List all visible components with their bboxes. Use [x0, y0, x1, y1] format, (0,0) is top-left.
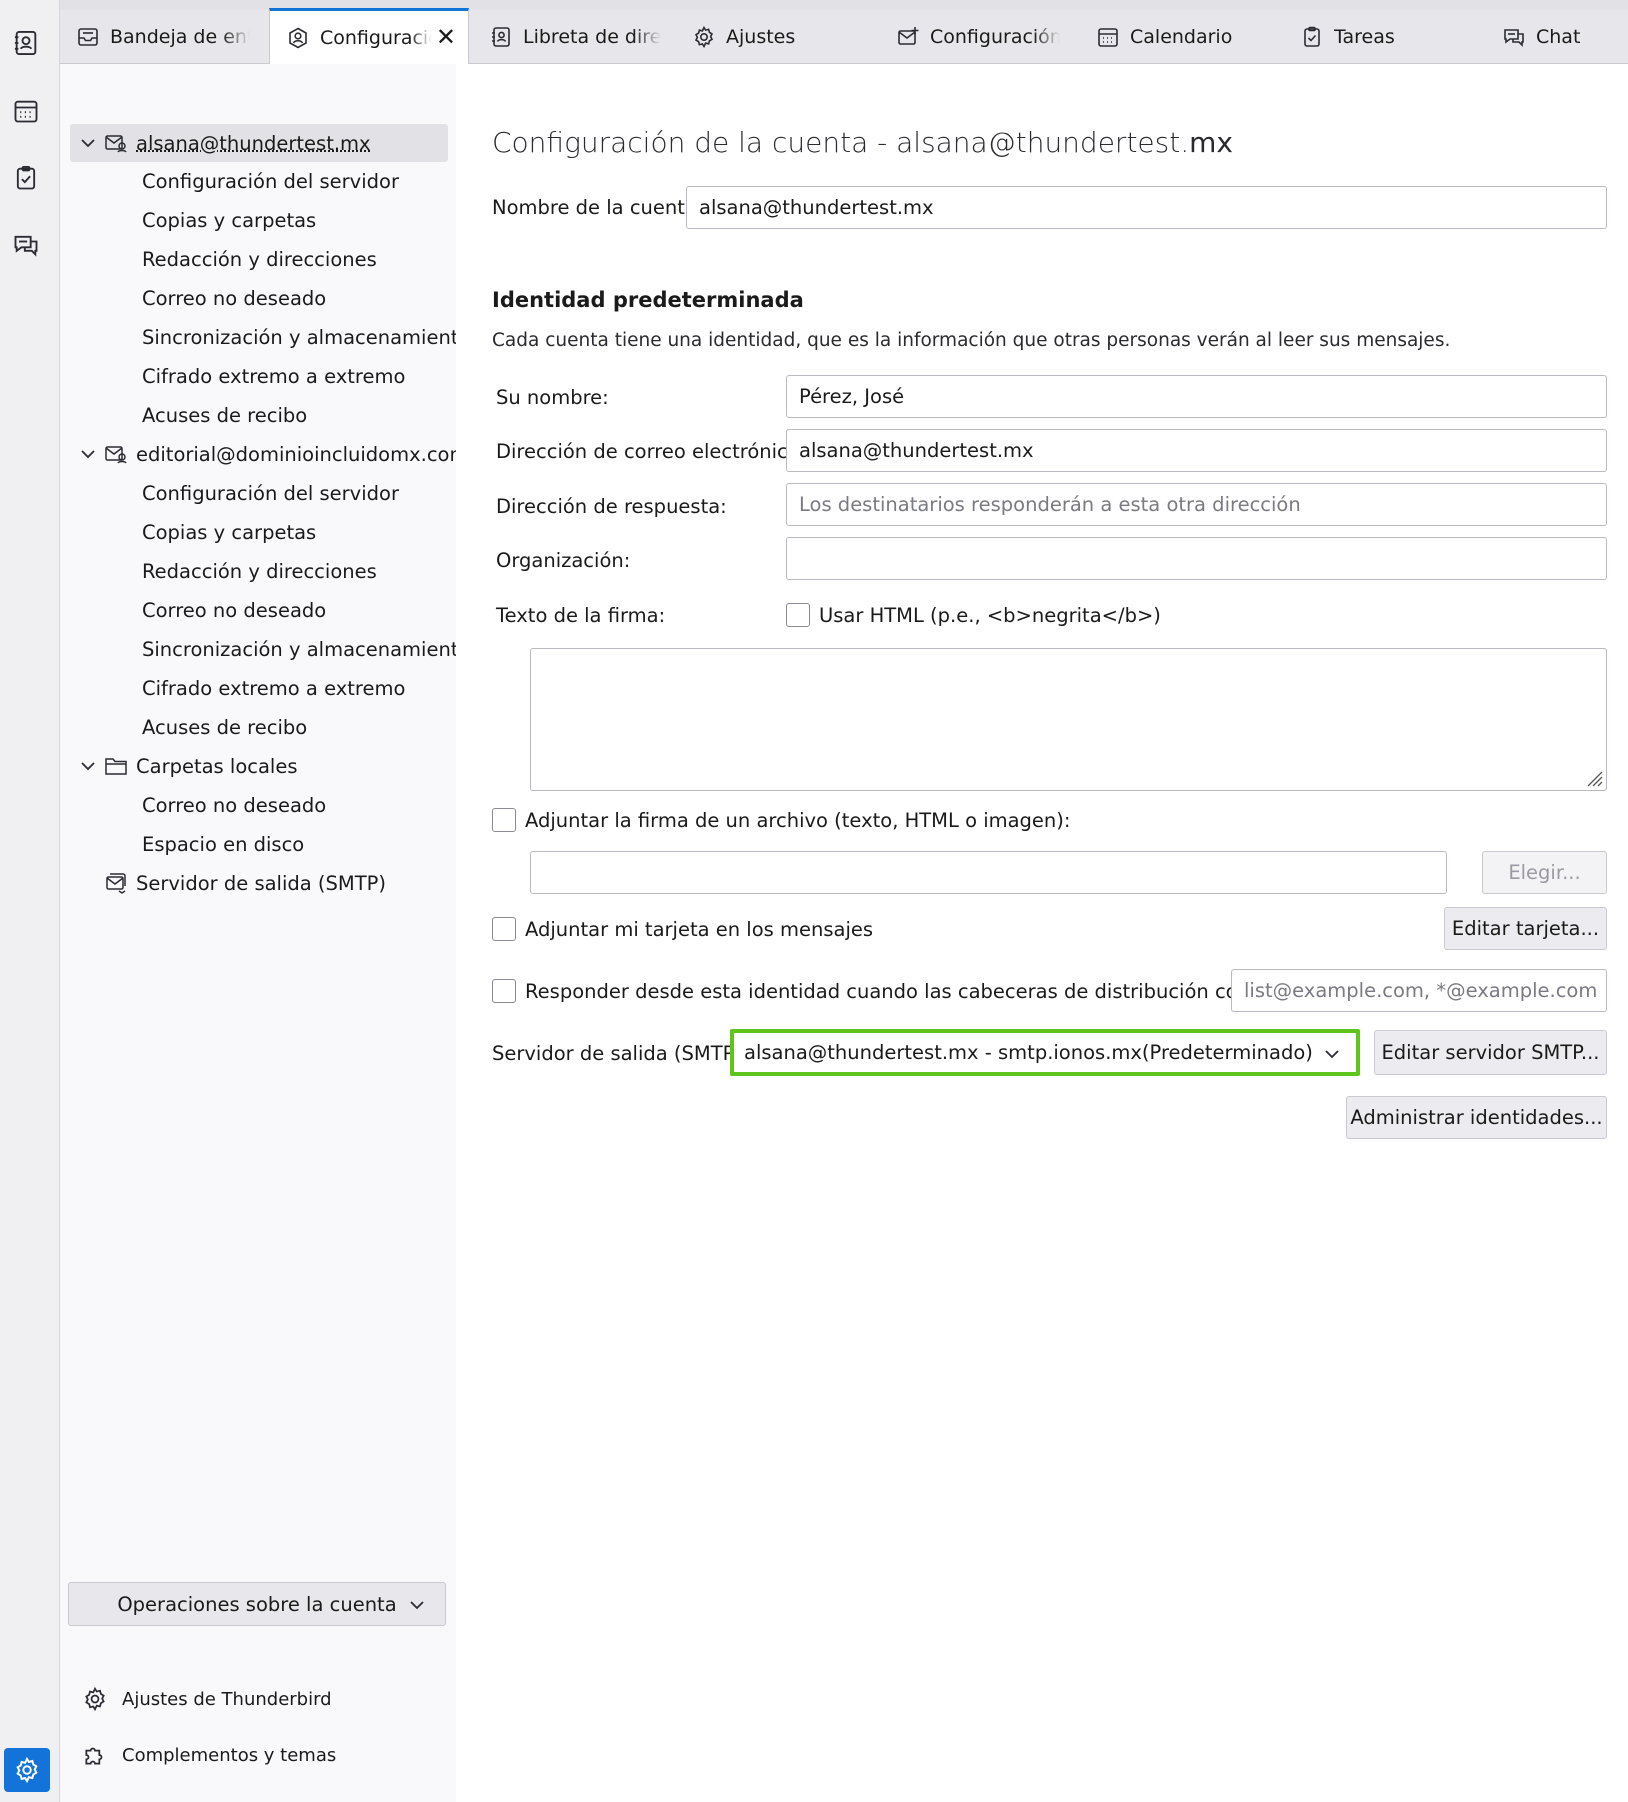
thunderbird-settings-link[interactable]: Ajustes de Thunderbird: [82, 1682, 332, 1716]
email-label: Dirección de correo electrónico:: [496, 440, 807, 463]
organization-label: Organización:: [496, 549, 631, 572]
tasks-space-icon[interactable]: [10, 162, 42, 194]
edit-card-button[interactable]: Editar tarjeta...: [1444, 907, 1607, 950]
gear-icon: [694, 25, 714, 49]
mail-account-icon: [105, 135, 127, 153]
tree-item-server-settings-1[interactable]: Configuración del servidor: [70, 162, 448, 200]
tree-outgoing-server[interactable]: Servidor de salida (SMTP): [70, 864, 448, 902]
tree-item-copies-folders-2[interactable]: Copias y carpetas: [70, 513, 448, 551]
tab-address-book[interactable]: Libreta de direcciones: [473, 10, 668, 64]
account-name-input[interactable]: alsana@thundertest.mx: [686, 186, 1607, 229]
tab-calendar[interactable]: Calendario: [1080, 10, 1260, 64]
inbox-icon: [78, 28, 98, 46]
calendar-space-icon[interactable]: [10, 95, 42, 127]
tab-chat[interactable]: Chat: [1486, 10, 1628, 64]
attach-signature-checkbox[interactable]: [492, 808, 516, 832]
identity-description: Cada cuenta tiene una identidad, que es …: [492, 330, 1451, 351]
folder-icon: [105, 758, 127, 775]
resize-grip-icon[interactable]: [1583, 767, 1603, 787]
tab-account-settings[interactable]: Configuración de la cuenta ✕: [269, 8, 469, 64]
settings-space-icon[interactable]: [4, 1748, 50, 1792]
signature-label: Texto de la firma:: [496, 604, 666, 627]
tree-item-composition-1[interactable]: Redacción y direcciones: [70, 240, 448, 278]
reply-to-label: Dirección de respuesta:: [496, 495, 727, 518]
organization-input[interactable]: [786, 537, 1607, 580]
address-book-space-icon[interactable]: [10, 27, 42, 59]
your-name-input[interactable]: Pérez, José: [786, 375, 1607, 418]
identity-heading: Identidad predeterminada: [492, 288, 804, 312]
tree-account-alsana[interactable]: alsana@thundertest.mx: [70, 124, 448, 162]
account-name-label: Nombre de la cuenta:: [492, 196, 704, 219]
tree-item-sync-storage-2[interactable]: Sincronización y almacenamiento: [70, 630, 470, 668]
smtp-label: Servidor de salida (SMTP):: [492, 1042, 749, 1065]
attach-signature-label: Adjuntar la firma de un archivo (texto, …: [525, 809, 1071, 832]
close-tab-icon[interactable]: ✕: [436, 25, 456, 49]
calendar-icon: [1098, 28, 1118, 47]
choose-file-button[interactable]: Elegir...: [1482, 851, 1607, 894]
window-top-edge: [0, 0, 1628, 10]
page-title: Configuración de la cuenta - alsana@thun…: [492, 126, 1233, 159]
tree-item-copies-folders-1[interactable]: Copias y carpetas: [70, 201, 448, 239]
use-html-checkbox[interactable]: [786, 603, 810, 627]
chevron-down-icon[interactable]: [78, 756, 98, 776]
account-settings-icon: [289, 27, 307, 48]
reply-to-input[interactable]: Los destinatarios responderán a esta otr…: [786, 483, 1607, 526]
smtp-server-select[interactable]: alsana@thundertest.mx - smtp.ionos.mx(Pr…: [730, 1029, 1360, 1076]
mail-account-icon: [105, 446, 127, 464]
mail-setup-icon: [898, 27, 919, 45]
your-name-label: Su nombre:: [496, 386, 609, 409]
tree-item-e2e-2[interactable]: Cifrado extremo a extremo: [70, 669, 448, 707]
tree-item-sync-storage-1[interactable]: Sincronización y almacenamiento: [70, 318, 470, 356]
chevron-down-icon[interactable]: [78, 133, 98, 153]
tree-item-receipts-2[interactable]: Acuses de recibo: [70, 708, 448, 746]
address-book-icon: [492, 27, 510, 47]
tree-item-receipts-1[interactable]: Acuses de recibo: [70, 396, 448, 434]
use-html-label: Usar HTML (p.e., <b>negrita</b>): [819, 604, 1161, 627]
tree-item-disk-space[interactable]: Espacio en disco: [70, 825, 448, 863]
account-operations-button[interactable]: Operaciones sobre la cuenta: [68, 1582, 446, 1626]
tree-item-junk-1[interactable]: Correo no deseado: [70, 279, 448, 317]
tasks-icon: [1304, 26, 1320, 47]
chat-space-icon[interactable]: [10, 229, 42, 261]
tab-tasks[interactable]: Tareas: [1284, 10, 1444, 64]
signature-textarea[interactable]: [530, 648, 1607, 791]
chevron-down-icon: [1325, 1050, 1339, 1059]
puzzle-icon: [85, 1747, 103, 1765]
tree-item-e2e-1[interactable]: Cifrado extremo a extremo: [70, 357, 448, 395]
reply-from-identity-checkbox[interactable]: [492, 979, 516, 1003]
edit-smtp-button[interactable]: Editar servidor SMTP...: [1374, 1030, 1607, 1075]
tree-item-composition-2[interactable]: Redacción y direcciones: [70, 552, 448, 590]
attach-vcard-checkbox[interactable]: [492, 917, 516, 941]
tree-account-editorial[interactable]: editorial@dominioincluidomx.com: [70, 435, 468, 473]
spaces-toolbar: [0, 0, 60, 1802]
signature-file-input[interactable]: [530, 851, 1447, 894]
gear-icon: [85, 1686, 105, 1712]
manage-identities-button[interactable]: Administrar identidades...: [1346, 1096, 1607, 1139]
tree-item-server-settings-2[interactable]: Configuración del servidor: [70, 474, 448, 512]
chevron-down-icon: [410, 1601, 424, 1610]
reply-from-identity-label: Responder desde esta identidad cuando la…: [525, 980, 1315, 1003]
reply-from-patterns-input[interactable]: list@example.com, *@example.com: [1231, 969, 1607, 1012]
tree-item-junk-local[interactable]: Correo no deseado: [70, 786, 448, 824]
outgoing-server-icon: [106, 873, 126, 894]
chevron-down-icon[interactable]: [78, 444, 98, 464]
account-tree-sidebar: alsana@thundertest.mx Configuración del …: [60, 64, 470, 1802]
tree-local-folders[interactable]: Carpetas locales: [70, 747, 448, 785]
addons-themes-link[interactable]: Complementos y temas: [82, 1738, 336, 1772]
tree-item-junk-2[interactable]: Correo no deseado: [70, 591, 448, 629]
account-settings-panel: Configuración de la cuenta - alsana@thun…: [456, 64, 1628, 1802]
attach-vcard-label: Adjuntar mi tarjeta en los mensajes: [525, 918, 874, 941]
tab-settings[interactable]: Ajustes: [676, 10, 846, 64]
chat-icon: [1504, 29, 1524, 47]
tab-mail-setup[interactable]: Configuración de la cuenta de correo: [880, 10, 1060, 64]
tab-bar: Bandeja de entrada Configuración de la c…: [60, 8, 1628, 64]
tab-inbox[interactable]: Bandeja de entrada: [60, 10, 265, 64]
email-input[interactable]: alsana@thundertest.mx: [786, 429, 1607, 472]
